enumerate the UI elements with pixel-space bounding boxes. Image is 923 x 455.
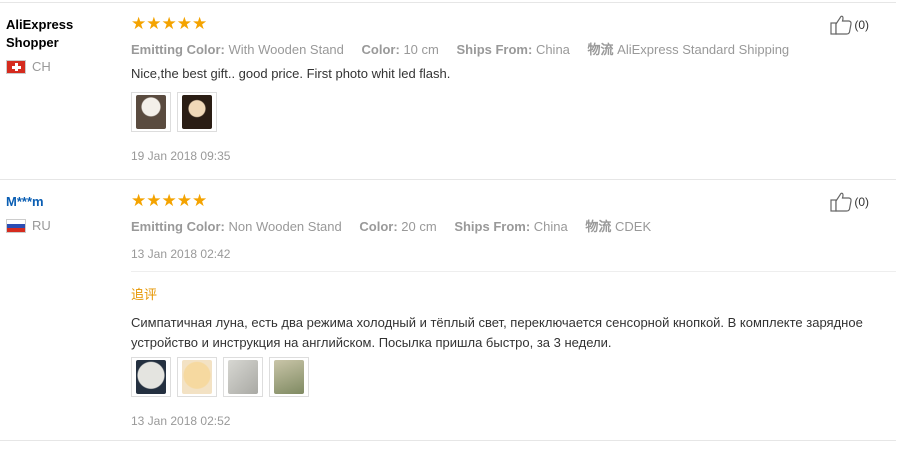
prop-label: Emitting Color:: [131, 42, 225, 57]
prop-label: Emitting Color:: [131, 219, 225, 234]
review-photo-thumbnail[interactable]: [131, 92, 171, 132]
prop-label: Ships From:: [456, 42, 533, 57]
helpful-count: (0): [854, 18, 869, 32]
review-date: 13 Jan 2018 02:42: [131, 247, 231, 261]
buyer-name-link[interactable]: M***m: [6, 193, 121, 211]
review-photo-thumbnail[interactable]: [223, 357, 263, 397]
package-photo: [228, 360, 258, 394]
russia-flag-icon: [6, 218, 26, 233]
prop-label: 物流: [585, 219, 612, 234]
buyer-country: CH: [6, 59, 121, 74]
helpful-button[interactable]: (0): [830, 15, 869, 35]
review-photos: [131, 92, 223, 132]
moon-lamp-photo: [182, 360, 212, 394]
feedback-line: устройство и инструкция на английском. П…: [131, 335, 612, 350]
review-photo-thumbnail[interactable]: [177, 357, 217, 397]
buyer-info: M***m RU: [6, 193, 121, 233]
prop-value: AliExpress Standard Shipping: [617, 42, 790, 57]
buyer-country: RU: [6, 218, 121, 233]
prop-value: 20 cm: [401, 219, 437, 234]
country-code: CH: [32, 59, 51, 74]
order-properties: Emitting Color: With Wooden Stand Color:…: [131, 39, 789, 58]
additional-feedback-date: 13 Jan 2018 02:52: [131, 414, 231, 428]
additional-feedback-text: Симпатичная луна, есть два режима холодн…: [131, 313, 863, 353]
review-date: 19 Jan 2018 09:35: [131, 149, 231, 163]
moon-lamp-photo: [136, 95, 166, 129]
buyer-info: AliExpress Shopper CH: [6, 16, 121, 74]
package-photo: [274, 360, 304, 394]
prop-value: Non Wooden Stand: [228, 219, 342, 234]
review-photo-thumbnail[interactable]: [177, 92, 217, 132]
prop-value: 10 cm: [403, 42, 439, 57]
prop-label: Color:: [359, 219, 398, 234]
prop-value: CDEK: [615, 219, 652, 234]
switzerland-flag-icon: [6, 59, 26, 74]
review-text: Nice,the best gift.. good price. First p…: [131, 66, 451, 81]
review-item: AliExpress Shopper CH ★★★★★ Emitting Col…: [0, 3, 896, 180]
feedback-line: Симпатичная луна, есть два режима холодн…: [131, 315, 863, 330]
star-rating: ★★★★★: [131, 14, 208, 33]
review-photo-thumbnail[interactable]: [269, 357, 309, 397]
prop-label: Ships From:: [454, 219, 531, 234]
prop-value: China: [535, 42, 570, 57]
buyer-name: AliExpress Shopper: [6, 17, 74, 50]
star-rating: ★★★★★: [131, 191, 208, 210]
order-properties: Emitting Color: Non Wooden Stand Color: …: [131, 216, 651, 235]
append-divider: [131, 271, 896, 272]
prop-value: With Wooden Stand: [228, 42, 344, 57]
moon-lamp-photo: [182, 95, 212, 129]
review-photo-thumbnail[interactable]: [131, 357, 171, 397]
prop-value: China: [533, 219, 568, 234]
review-item: M***m RU ★★★★★ Emitting Color: Non Woode…: [0, 180, 896, 441]
review-photos: [131, 357, 315, 397]
moon-lamp-photo: [136, 360, 166, 394]
prop-label: 物流: [587, 42, 614, 57]
helpful-button[interactable]: (0): [830, 192, 869, 212]
prop-label: Color:: [361, 42, 400, 57]
country-code: RU: [32, 218, 51, 233]
helpful-count: (0): [854, 195, 869, 209]
thumbs-up-icon: [830, 192, 853, 212]
thumbs-up-icon: [830, 15, 853, 35]
additional-feedback-label: 追评: [131, 287, 158, 302]
